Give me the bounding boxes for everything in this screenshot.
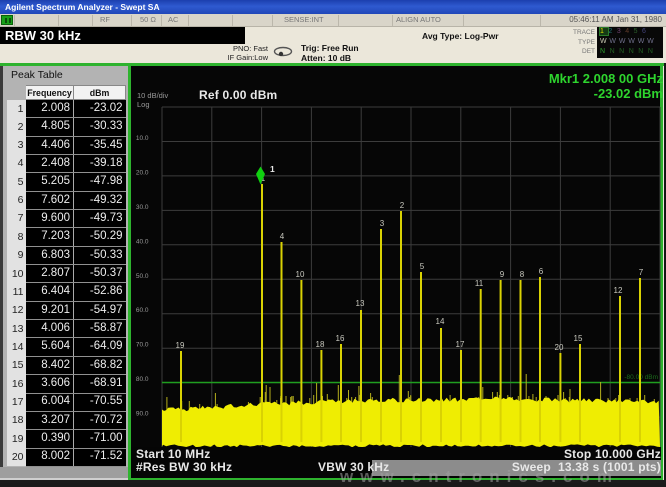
svg-text:7: 7 bbox=[639, 268, 644, 277]
svg-text:16: 16 bbox=[336, 334, 345, 343]
svg-text:18: 18 bbox=[316, 340, 325, 349]
svg-text:50.0: 50.0 bbox=[136, 273, 149, 280]
svg-text:20: 20 bbox=[555, 343, 564, 352]
svg-text:10.0: 10.0 bbox=[136, 135, 149, 142]
svg-text:70.0: 70.0 bbox=[136, 342, 149, 349]
svg-text:8: 8 bbox=[520, 270, 525, 279]
svg-text:11: 11 bbox=[475, 279, 484, 288]
svg-text:12: 12 bbox=[614, 286, 623, 295]
svg-text:15: 15 bbox=[574, 334, 583, 343]
svg-text:4: 4 bbox=[280, 232, 285, 241]
svg-text:20.0: 20.0 bbox=[136, 169, 149, 176]
svg-text:9: 9 bbox=[500, 270, 505, 279]
svg-text:6: 6 bbox=[539, 267, 544, 276]
svg-text:60.0: 60.0 bbox=[136, 307, 149, 314]
svg-text:19: 19 bbox=[176, 341, 185, 350]
svg-text:2: 2 bbox=[400, 201, 405, 210]
svg-text:5: 5 bbox=[420, 262, 425, 271]
svg-text:10: 10 bbox=[296, 270, 305, 279]
svg-text:-80.00 dBm: -80.00 dBm bbox=[624, 374, 658, 381]
svg-text:30.0: 30.0 bbox=[136, 204, 149, 211]
svg-text:13: 13 bbox=[356, 299, 365, 308]
svg-text:1: 1 bbox=[270, 164, 275, 174]
svg-text:17: 17 bbox=[456, 340, 465, 349]
svg-text:14: 14 bbox=[436, 317, 445, 326]
svg-text:40.0: 40.0 bbox=[136, 238, 149, 245]
svg-text:80.0: 80.0 bbox=[136, 376, 149, 383]
svg-text:90.0: 90.0 bbox=[136, 411, 149, 418]
svg-text:3: 3 bbox=[380, 219, 385, 228]
